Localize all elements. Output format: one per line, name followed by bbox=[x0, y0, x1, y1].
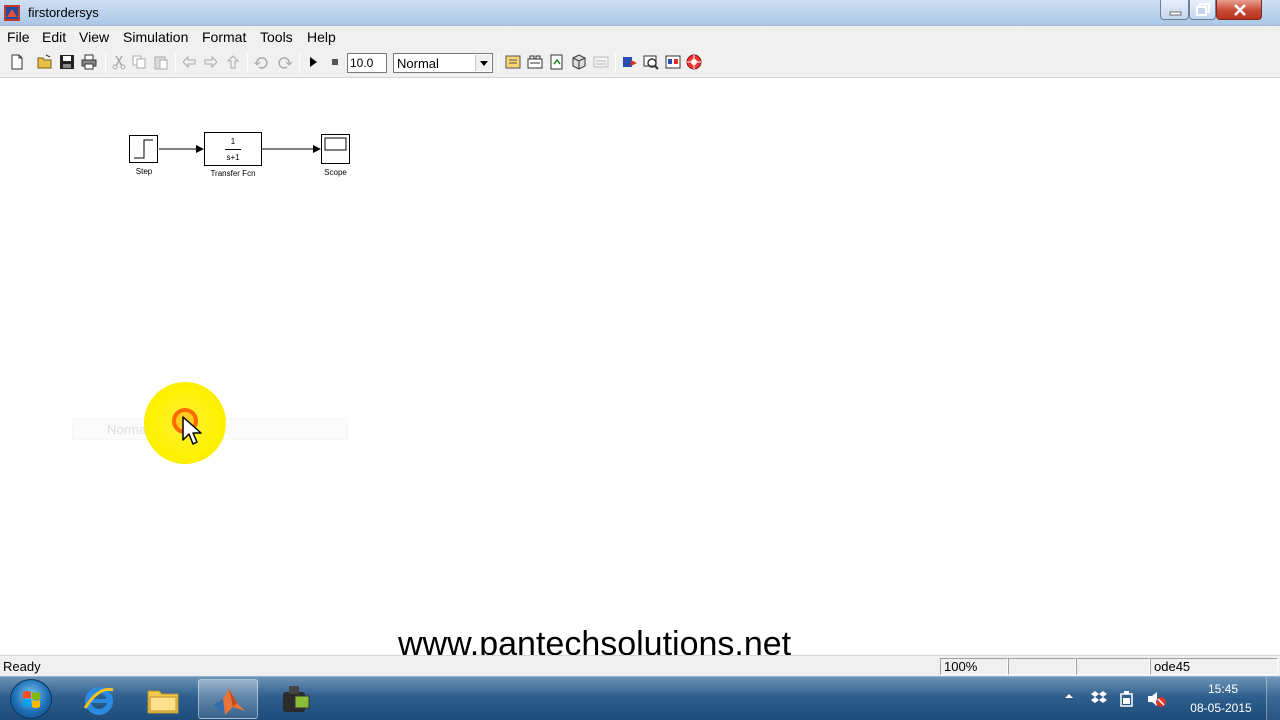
paste-icon[interactable] bbox=[153, 54, 169, 70]
step-label: Step bbox=[135, 167, 153, 176]
new-model-icon[interactable] bbox=[9, 54, 25, 70]
stop-simulation-icon[interactable] bbox=[327, 54, 343, 70]
file-explorer-icon bbox=[147, 690, 179, 714]
step-block[interactable] bbox=[129, 135, 158, 163]
stop-time-input[interactable]: 10.0 bbox=[347, 53, 387, 73]
simulink-window: firstordersys File Edit View Simulation … bbox=[0, 0, 1280, 720]
clock-time[interactable]: 15:45 bbox=[1188, 682, 1258, 696]
debugger-icon[interactable] bbox=[549, 54, 565, 70]
scope-block[interactable] bbox=[321, 134, 350, 164]
toolbar-separator bbox=[105, 53, 106, 73]
menu-edit[interactable]: Edit bbox=[42, 29, 66, 45]
profiler-icon[interactable] bbox=[686, 54, 702, 70]
model-explorer-icon[interactable] bbox=[505, 54, 521, 70]
menu-simulation[interactable]: Simulation bbox=[123, 29, 188, 45]
menu-view[interactable]: View bbox=[79, 29, 109, 45]
solver-name: ode45 bbox=[1150, 658, 1278, 675]
start-button[interactable] bbox=[10, 679, 52, 719]
fraction-bar bbox=[225, 149, 241, 150]
mouse-pointer-icon bbox=[182, 416, 202, 445]
scope-label: Scope bbox=[324, 168, 347, 177]
minimize-icon bbox=[1169, 11, 1182, 16]
dropbox-icon[interactable] bbox=[1090, 690, 1108, 706]
taskbar-matlab[interactable] bbox=[198, 679, 258, 719]
toolbar-separator bbox=[175, 53, 176, 73]
power-icon[interactable] bbox=[1118, 690, 1136, 708]
build-icon[interactable] bbox=[622, 54, 638, 70]
toolbar-separator bbox=[615, 53, 616, 73]
library-browser-icon[interactable] bbox=[527, 54, 543, 70]
step-signal-icon bbox=[134, 139, 153, 159]
show-hidden-icons-icon[interactable] bbox=[1064, 691, 1074, 701]
restore-button[interactable] bbox=[1189, 0, 1216, 20]
zoom-model-icon[interactable] bbox=[643, 54, 659, 70]
menu-help[interactable]: Help bbox=[307, 29, 336, 45]
taskbar-file-explorer[interactable] bbox=[133, 679, 193, 719]
undo-icon[interactable] bbox=[253, 54, 269, 70]
minimize-button[interactable] bbox=[1160, 0, 1189, 20]
status-cell-empty bbox=[1076, 658, 1150, 675]
model-advisor-icon[interactable] bbox=[571, 54, 587, 70]
matlab-icon bbox=[213, 689, 245, 715]
copy-icon[interactable] bbox=[131, 54, 147, 70]
back-icon[interactable] bbox=[181, 54, 197, 70]
properties-icon[interactable] bbox=[593, 54, 609, 70]
open-icon[interactable] bbox=[37, 54, 53, 70]
start-simulation-icon[interactable] bbox=[305, 54, 321, 70]
save-icon[interactable] bbox=[59, 54, 75, 70]
restore-icon bbox=[1196, 3, 1210, 16]
up-icon[interactable] bbox=[225, 54, 241, 70]
zoom-level: 100% bbox=[940, 658, 1008, 675]
status-cell-empty bbox=[1008, 658, 1076, 675]
simulation-mode-value: Normal bbox=[397, 56, 439, 71]
window-title: firstordersys bbox=[28, 5, 99, 20]
title-bar: firstordersys bbox=[0, 0, 1280, 26]
forward-icon[interactable] bbox=[203, 54, 219, 70]
status-text: Ready bbox=[3, 659, 41, 674]
menu-format[interactable]: Format bbox=[202, 29, 246, 45]
camera-recorder-icon bbox=[283, 686, 310, 712]
menu-bar: File Edit View Simulation Format Tools H… bbox=[0, 26, 1280, 48]
internet-explorer-icon bbox=[83, 687, 114, 715]
toolbar-separator bbox=[498, 53, 499, 73]
status-bar: Ready 100% ode45 bbox=[0, 655, 1280, 676]
model-canvas[interactable]: Step 1 s+1 Transfer Fcn Scope Normal (10… bbox=[0, 79, 1280, 663]
print-icon[interactable] bbox=[81, 54, 97, 70]
block-diagram-icon[interactable] bbox=[665, 54, 681, 70]
close-button[interactable] bbox=[1216, 0, 1262, 20]
simulation-mode-select[interactable]: Normal bbox=[393, 53, 493, 73]
taskbar: 15:45 08-05-2015 bbox=[0, 676, 1280, 720]
menu-file[interactable]: File bbox=[7, 29, 30, 45]
arrowhead-icon bbox=[196, 145, 204, 153]
taskbar-recorder[interactable] bbox=[265, 679, 325, 719]
chevron-down-icon[interactable] bbox=[475, 55, 491, 71]
cut-icon[interactable] bbox=[111, 54, 127, 70]
show-desktop-button[interactable] bbox=[1266, 677, 1280, 720]
transfer-fcn-block[interactable]: 1 s+1 bbox=[204, 132, 262, 166]
close-icon bbox=[1234, 4, 1246, 16]
volume-muted-icon[interactable] bbox=[1146, 689, 1168, 709]
transfer-fcn-denominator: s+1 bbox=[226, 153, 240, 162]
toolbar: 10.0 Normal bbox=[0, 48, 1280, 78]
scope-screen-icon bbox=[324, 137, 347, 151]
toolbar-separator bbox=[247, 53, 248, 73]
transfer-fcn-numerator: 1 bbox=[230, 137, 236, 146]
taskbar-internet-explorer[interactable] bbox=[69, 679, 129, 719]
arrowhead-icon bbox=[313, 145, 321, 153]
toolbar-separator bbox=[299, 53, 300, 73]
windows-logo-icon bbox=[23, 691, 40, 708]
redo-icon[interactable] bbox=[277, 54, 293, 70]
transfer-fcn-label: Transfer Fcn bbox=[210, 169, 256, 178]
clock-date[interactable]: 08-05-2015 bbox=[1181, 701, 1261, 715]
menu-tools[interactable]: Tools bbox=[260, 29, 293, 45]
simulink-app-icon bbox=[4, 5, 20, 21]
